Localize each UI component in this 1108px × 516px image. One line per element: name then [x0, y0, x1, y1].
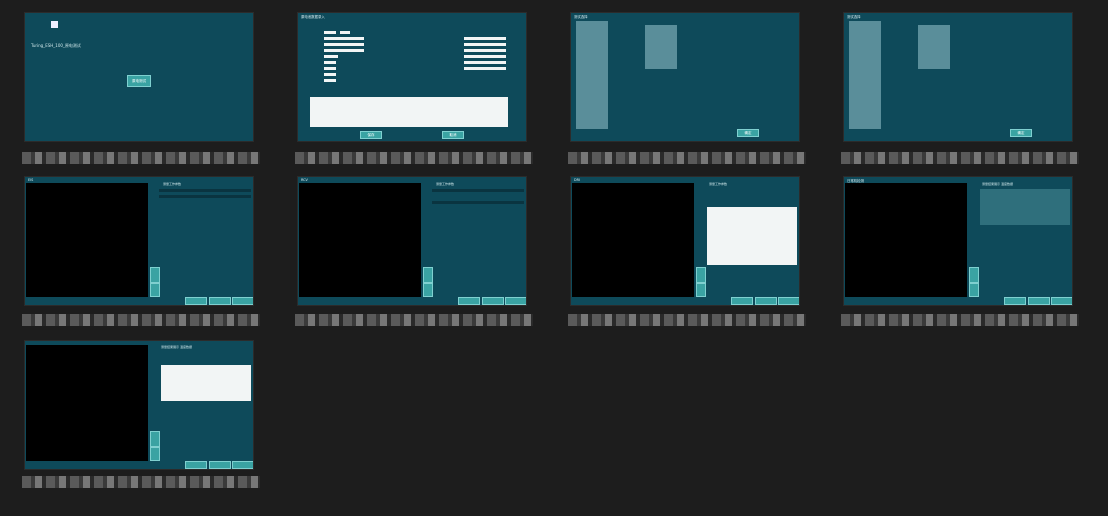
plot-area: [26, 345, 148, 461]
window-title: DRI: [574, 178, 580, 182]
thumb-caption: [22, 476, 260, 488]
bottom-button[interactable]: [185, 297, 207, 305]
thumb-test-select-a[interactable]: 测试选择 确定: [570, 12, 800, 142]
results-table: [707, 207, 797, 265]
bottom-button[interactable]: [232, 297, 253, 305]
window-title: 测试选择: [847, 15, 861, 19]
bottom-button[interactable]: [458, 297, 480, 305]
bottom-button[interactable]: [209, 297, 231, 305]
side-button[interactable]: [696, 283, 706, 297]
side-button[interactable]: [150, 447, 160, 461]
bottom-button[interactable]: [1028, 297, 1050, 305]
save-button[interactable]: 保存: [360, 131, 382, 139]
window-title: EIS: [28, 178, 34, 182]
panel-title: 测量结果展示 温度数据: [161, 345, 192, 349]
thumb-caption: [295, 152, 533, 164]
notes-textarea[interactable]: [310, 97, 508, 127]
panel-title: 测量工作参数: [436, 182, 455, 186]
plot-area: [26, 183, 148, 297]
bottom-button[interactable]: [505, 297, 526, 305]
panel-title: 测量工作参数: [709, 182, 728, 186]
thumb-caption: [22, 152, 260, 164]
thumb-caption: [568, 314, 806, 326]
bottom-button[interactable]: [232, 461, 253, 469]
result-textbox[interactable]: [161, 365, 251, 401]
test-list[interactable]: [576, 21, 608, 129]
window-title: 测试选择: [574, 15, 588, 19]
side-button[interactable]: [150, 267, 160, 283]
plot-area: [299, 183, 421, 297]
thumb-caption: [22, 314, 260, 326]
cancel-button[interactable]: 取消: [442, 131, 464, 139]
selected-list[interactable]: [645, 25, 677, 69]
thumb-eis[interactable]: EIS 测量工作参数: [24, 176, 254, 306]
bottom-button[interactable]: [755, 297, 777, 305]
thumb-data-entry[interactable]: 原电池数据录入 保存 取消: [297, 12, 527, 142]
bottom-button[interactable]: [1051, 297, 1072, 305]
selected-list[interactable]: [918, 25, 950, 69]
bottom-button[interactable]: [185, 461, 207, 469]
logo-text: Turing_ESH_100_原电测试: [31, 43, 81, 48]
thumb-rcv[interactable]: RCV 测量工作参数: [297, 176, 527, 306]
confirm-button[interactable]: 确定: [737, 129, 759, 137]
side-button[interactable]: [423, 283, 433, 297]
window-title: 原电池数据录入: [301, 15, 325, 19]
side-button[interactable]: [423, 267, 433, 283]
test-list[interactable]: [849, 21, 881, 129]
start-test-button[interactable]: 原电测试: [127, 75, 151, 87]
logo-icon: [51, 21, 58, 28]
plot-area: [845, 183, 967, 297]
bottom-button[interactable]: [731, 297, 753, 305]
side-button[interactable]: [150, 283, 160, 297]
thumb-caption: [841, 314, 1079, 326]
bottom-button[interactable]: [1004, 297, 1026, 305]
thumb-result-view[interactable]: 测量结果展示 温度数据: [24, 340, 254, 470]
side-button[interactable]: [969, 267, 979, 283]
bottom-button[interactable]: [482, 297, 504, 305]
panel-title: 测量工作参数: [163, 182, 182, 186]
panel-title: 测量结果展示 温度数据: [982, 182, 1013, 186]
thumb-caption: [841, 152, 1079, 164]
side-button[interactable]: [969, 283, 979, 297]
confirm-button[interactable]: 确定: [1010, 129, 1032, 137]
thumb-dri[interactable]: DRI 测量工作参数: [570, 176, 800, 306]
thumb-caption: [295, 314, 533, 326]
window-title: RCV: [301, 178, 308, 182]
side-button[interactable]: [150, 431, 160, 447]
bottom-button[interactable]: [209, 461, 231, 469]
bottom-button[interactable]: [778, 297, 799, 305]
side-button[interactable]: [696, 267, 706, 283]
plot-area: [572, 183, 694, 297]
thumb-welcome[interactable]: Turing_ESH_100_原电测试 原电测试: [24, 12, 254, 142]
thumb-test-select-b[interactable]: 测试选择 确定: [843, 12, 1073, 142]
thumb-daily-check[interactable]: 日常机检测 测量结果展示 温度数据: [843, 176, 1073, 306]
thumb-caption: [568, 152, 806, 164]
